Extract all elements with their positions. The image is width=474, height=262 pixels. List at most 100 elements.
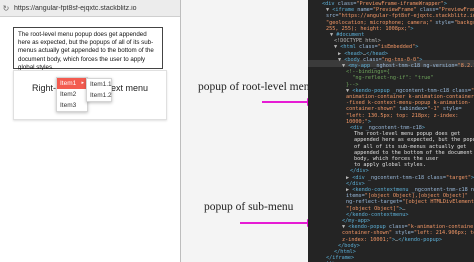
code-token-val: "left: 130.5px; top: 218px; z-index: <box>346 112 459 119</box>
code-token-tag: > <box>367 118 371 125</box>
code-token-tag: </kendo-popup> <box>398 236 442 243</box>
code-token-tag: <div <box>352 174 365 181</box>
app-preview-pane: ↻ https://angular-fpt8sf-ejqxtc.stackbli… <box>0 0 180 262</box>
code-token-val: "[object Object],[object Object]" <box>364 193 468 200</box>
code-token-val: "isEmbedded" <box>377 44 416 51</box>
pane-divider[interactable] <box>180 0 181 262</box>
sub-context-menu-popup: Item1.1 Item1.2 <box>86 78 112 102</box>
dom-tree-line[interactable]: ▶ <div _ngcontent-tnm-c18 class="target"… <box>346 175 474 182</box>
code-token-attr: style= <box>391 230 414 237</box>
code-token-tag: </div> <box>346 180 365 187</box>
code-token-comment: }--> <box>346 81 359 88</box>
code-token-tag: #document <box>336 32 365 38</box>
code-token-text: of all of its sub-menus actually get <box>354 143 467 150</box>
code-token-attr: _ngcontent-tnm-c18 <box>364 174 425 181</box>
code-token-tag: </body> <box>338 242 360 249</box>
target-text-left: Right- <box>32 83 57 93</box>
target-text-right: ext menu <box>111 83 149 93</box>
menu-item-label: Item1.2 <box>90 92 112 99</box>
menu-item-item2[interactable]: Item2 <box>57 89 87 100</box>
code-token-attr: ng-reflect- <box>470 187 474 193</box>
code-token-val: container-shown" <box>342 230 392 237</box>
code-token-attr: class= <box>424 174 446 181</box>
root-popup-arrow-line <box>262 101 307 103</box>
code-token-tag: <iframe <box>332 7 355 14</box>
code-token-tag: <html <box>340 44 356 51</box>
code-token-val: "background: rgb(255, <box>454 19 474 26</box>
code-token-tag: > <box>410 25 414 32</box>
code-token-val: z-index: 10001;" <box>342 236 392 243</box>
menu-item-label: Item2 <box>60 91 77 98</box>
code-token-attr: class= <box>449 87 471 94</box>
code-token-tag: > <box>421 125 425 131</box>
dom-tree-line[interactable]: "ng-reflect-ng-if": "true" <box>346 75 433 82</box>
code-token-comment: "ng-reflect-ng-if": "true" <box>346 75 434 82</box>
code-token-tag: > <box>415 44 419 51</box>
code-token-val: -fixed k-context-menu-popup k-animation- <box>346 100 471 107</box>
menu-item-item3[interactable]: Item3 <box>57 100 87 111</box>
code-token-attr: class= <box>334 1 357 7</box>
url-text[interactable]: https://angular-fpt8sf-ejqxtc.stackblitz… <box>14 5 137 12</box>
code-token-val: 255, 255); height: 1008px;" <box>326 25 411 32</box>
menu-item-item1[interactable]: Item1 ▸ <box>57 78 87 89</box>
code-token-attr: ng-reflect-target= <box>346 199 403 206</box>
code-token-tag: </iframe> <box>326 255 355 262</box>
code-token-val: animation-container k-animation-containe… <box>346 94 474 100</box>
sub-popup-callout-label: popup of sub-menu <box>204 201 294 213</box>
code-token-tag: > <box>443 1 447 7</box>
code-token-attr: _ngcontent-tnm-c18 <box>389 87 450 94</box>
sub-popup-arrow-line <box>240 222 307 224</box>
code-token-text: body, which forces the user <box>354 156 439 162</box>
code-token-attr: class= <box>355 44 378 51</box>
code-token-text: appended to the bottom of the document <box>354 149 473 156</box>
devtools-elements-panel: <div class="PreviewFrame-iframeWrapper">… <box>308 0 474 262</box>
code-token-tag: </my-app> <box>342 218 371 224</box>
code-token-text: appended here as expected, but the popup… <box>354 137 474 144</box>
code-token-attr: ng-version= <box>420 63 458 69</box>
code-token-attr: src= <box>326 13 339 20</box>
menu-item-label: Item3 <box>60 102 77 109</box>
code-token-attr: name= <box>354 7 373 14</box>
url-bar[interactable]: ↻ https://angular-fpt8sf-ejqxtc.stackbli… <box>0 0 180 17</box>
code-token-val: container-shown" <box>346 106 396 113</box>
code-token-tag: </html> <box>334 249 356 255</box>
code-token-val: "ng-tns-0-0" <box>381 56 420 63</box>
code-token-tag: <div <box>350 125 363 131</box>
code-token-tag: </div> <box>350 168 369 175</box>
code-token-attr: class= <box>359 56 382 63</box>
code-token-val: "PreviewFrame" <box>372 7 417 14</box>
code-token-val: "[object Object]" <box>346 205 400 212</box>
code-token-val: "PreviewFrame-iframe" <box>438 7 474 14</box>
chevron-right-icon: ▸ <box>81 80 84 86</box>
code-token-val: "target" <box>445 174 471 181</box>
code-token-val: "https://angular-fpt8sf-ejqxtc.stackblit… <box>338 13 474 20</box>
menu-item-item1-2[interactable]: Item1.2 <box>87 90 112 101</box>
code-token-attr: items= <box>346 193 365 200</box>
code-token-val: "[object HTMLDivElement]" <box>402 199 474 206</box>
code-token-attr: tabindex= <box>395 106 428 113</box>
code-token-tag: <body <box>344 56 360 63</box>
code-token-tag: <my-app <box>348 63 371 69</box>
code-token-val: "PreviewFrame-iframeWrapper" <box>356 1 444 7</box>
code-token-comment: <!--bindings={ <box>346 69 390 76</box>
code-token-text: The root-level menu popup does get <box>354 131 461 138</box>
code-token-val: "left: 214.906px; top: 216px; <box>413 230 474 237</box>
code-token-tag: <head> <box>344 50 363 57</box>
menu-item-label: Item1.1 <box>90 81 112 88</box>
code-token-dim: … <box>402 205 406 212</box>
code-token-tag: > <box>419 56 423 63</box>
refresh-icon[interactable]: ↻ <box>2 4 10 13</box>
code-token-dim: <!DOCTYPE html> <box>334 38 381 45</box>
code-token-val: "8.2.14" <box>457 63 474 69</box>
menu-item-item1-1[interactable]: Item1.1 <box>87 79 112 90</box>
code-token-tag: <div <box>322 1 335 7</box>
code-token-tag: <kendo-popup <box>348 224 386 231</box>
code-token-val: "-1" <box>427 106 440 113</box>
code-token-val: "geolocation; microphone; camera;" <box>326 19 433 26</box>
code-token-attr: _nghost-tnm-c18 <box>370 63 421 69</box>
context-target-label: Right- ext menu <box>32 83 148 93</box>
code-token-tag: </kendo-contextmenu> <box>346 211 409 218</box>
code-token-tag: </head> <box>366 50 388 57</box>
code-token-attr: style= <box>439 106 462 113</box>
code-token-text: to apply global styles. <box>354 162 426 169</box>
